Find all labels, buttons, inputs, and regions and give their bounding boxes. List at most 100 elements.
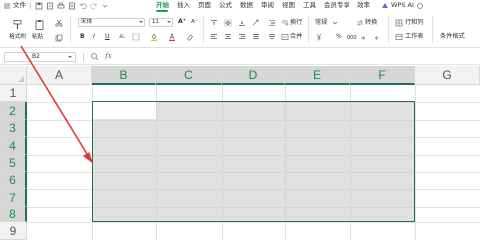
increase-font-size-button[interactable]: A⁺ [178, 18, 186, 26]
align-left-icon[interactable] [210, 33, 218, 41]
print-preview-icon[interactable] [46, 2, 54, 10]
wrap-text-button[interactable]: 换行 [290, 19, 302, 27]
justify-icon[interactable] [252, 33, 260, 41]
selected-range[interactable] [92, 101, 415, 222]
zoom-icon[interactable] [90, 52, 99, 61]
align-center-icon[interactable] [224, 33, 232, 41]
convert-icon[interactable] [356, 19, 364, 27]
column-header-c[interactable]: C [156, 66, 222, 85]
name-box[interactable]: B2 [4, 52, 76, 62]
row-header-4[interactable]: 4 [0, 137, 27, 155]
select-all-corner[interactable] [0, 66, 27, 85]
conditional-format-button[interactable]: 条件格式 [440, 33, 465, 41]
align-top-icon[interactable] [210, 19, 218, 27]
tab-member[interactable]: 会员专享 [324, 1, 350, 10]
indent-icon[interactable] [268, 19, 276, 27]
tab-page[interactable]: 页面 [198, 1, 211, 10]
row-column-icon[interactable] [395, 19, 403, 27]
tab-tools[interactable]: 工具 [303, 1, 316, 10]
wrap-text-icon[interactable] [281, 19, 289, 27]
merge-cells-button[interactable]: 合并 [290, 33, 302, 41]
formula-bar-divider [83, 53, 84, 61]
select-all-triangle-icon [18, 76, 24, 82]
row-header-3[interactable]: 3 [0, 120, 27, 137]
cell-reference: B2 [32, 53, 40, 60]
font-name-value: 宋体 [81, 19, 93, 25]
insert-function-button[interactable]: fx [104, 52, 113, 61]
file-menu[interactable]: 文件 [13, 1, 26, 10]
wps-ai-button[interactable]: WPS AI [391, 1, 414, 10]
menu-bar: 文件 开始 插入 页面 公式 数据 审阅 视图 工具 会员专享 效率 WPS A… [0, 0, 480, 12]
number-format-select[interactable]: 常规 [315, 19, 327, 27]
percent-button[interactable]: % [336, 33, 342, 41]
tab-efficiency[interactable]: 效率 [357, 1, 370, 10]
column-header-f[interactable]: F [350, 66, 415, 85]
paste-icon[interactable] [34, 19, 46, 31]
chevron-down-icon [167, 21, 171, 23]
print-icon[interactable] [57, 2, 65, 10]
increase-decimal-icon[interactable] [360, 33, 368, 41]
ribbon-divider [203, 16, 204, 44]
underline-button[interactable]: U [105, 33, 110, 41]
decrease-decimal-icon[interactable] [372, 33, 380, 41]
row-column-button[interactable]: 行和列 [405, 19, 424, 27]
align-middle-icon[interactable] [224, 19, 232, 27]
row-header-7[interactable]: 7 [0, 189, 27, 207]
column-header-g[interactable]: G [415, 66, 480, 85]
paste-label[interactable]: 粘贴 [32, 34, 43, 41]
export-pdf-icon[interactable] [68, 2, 76, 10]
font-size-select[interactable]: 11 [149, 18, 173, 27]
tab-home[interactable]: 开始 [156, 1, 169, 10]
column-header-b[interactable]: B [92, 66, 156, 85]
redo-icon[interactable] [90, 2, 98, 10]
tab-insert[interactable]: 插入 [177, 1, 190, 10]
currency-icon[interactable] [315, 33, 323, 41]
column-header-e[interactable]: E [285, 66, 350, 85]
column-header-d[interactable]: D [222, 66, 285, 85]
more-options-icon[interactable] [416, 2, 424, 10]
tab-formulas[interactable]: 公式 [219, 1, 232, 10]
hamburger-menu-icon[interactable] [3, 2, 11, 10]
tab-review[interactable]: 审阅 [261, 1, 274, 10]
tab-view[interactable]: 视图 [282, 1, 295, 10]
worksheet-icon[interactable] [395, 33, 403, 41]
row-header-2[interactable]: 2 [0, 102, 27, 120]
worksheet-button[interactable]: 工作表 [405, 33, 424, 41]
font-color-icon[interactable] [168, 33, 176, 41]
gridline [27, 222, 480, 223]
chevron-down-icon[interactable] [331, 19, 339, 27]
align-bottom-icon[interactable] [238, 19, 246, 27]
row-header-9[interactable]: 9 [0, 222, 27, 240]
row-header-5[interactable]: 5 [0, 155, 27, 172]
quick-access-dropdown-icon[interactable] [101, 2, 109, 10]
italic-button[interactable]: I [93, 33, 95, 41]
merge-cells-icon[interactable] [281, 33, 289, 41]
save-icon[interactable] [35, 2, 43, 10]
distributed-icon[interactable] [268, 33, 276, 41]
text-orientation-icon[interactable] [252, 19, 260, 27]
ribbon-divider [70, 16, 71, 44]
border-icon[interactable] [132, 33, 140, 41]
strikethrough-icon[interactable] [118, 33, 126, 41]
row-header-8[interactable]: 8 [0, 207, 27, 222]
format-painter-icon[interactable] [12, 19, 24, 31]
font-name-select[interactable]: 宋体 [78, 18, 145, 27]
format-painter-label[interactable]: 格式刷 [9, 34, 26, 41]
bold-button[interactable]: B [80, 33, 85, 41]
undo-icon[interactable] [79, 2, 87, 10]
cut-icon[interactable] [55, 19, 63, 27]
align-right-icon[interactable] [238, 33, 246, 41]
tab-data[interactable]: 数据 [240, 1, 253, 10]
thousands-separator-button[interactable]: 000 [347, 34, 357, 42]
ribbon-divider [388, 16, 389, 44]
convert-button[interactable]: 转换 [365, 19, 377, 27]
column-header-a[interactable]: A [27, 66, 92, 85]
row-header-1[interactable]: 1 [0, 85, 27, 102]
active-cell-b2[interactable] [93, 102, 156, 119]
fill-color-icon[interactable] [150, 33, 158, 41]
clear-format-icon[interactable] [186, 33, 194, 41]
copy-icon[interactable] [55, 34, 63, 42]
row-header-6[interactable]: 6 [0, 172, 27, 189]
gridline [415, 85, 416, 240]
decrease-font-size-button[interactable]: A⁻ [191, 18, 198, 26]
